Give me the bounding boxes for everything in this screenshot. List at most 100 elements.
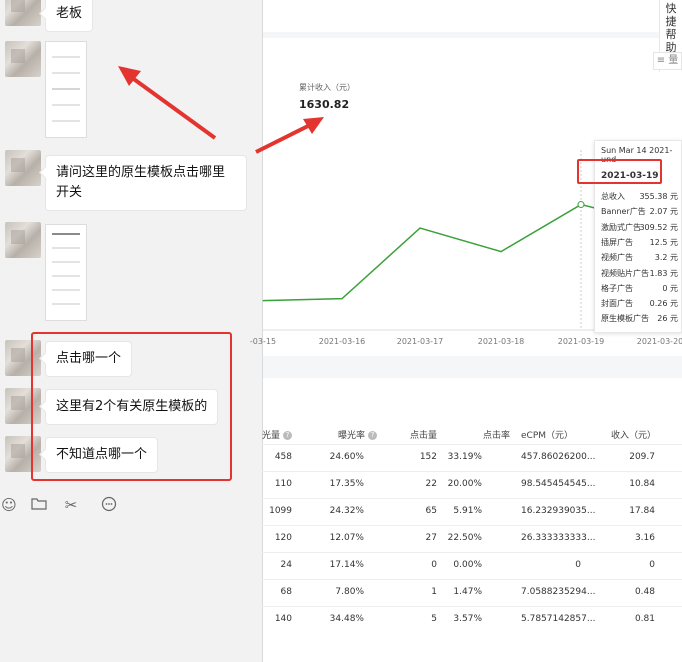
table-cell: 65 (425, 506, 437, 516)
screenshot: 老板 请问这里的原生模板点击哪里开关 点击哪一个 这里有2个有关原生模板的 不知… (0, 0, 682, 662)
table-cell: 33.19% (447, 452, 482, 462)
tooltip-row-value: 0.26 元 (649, 299, 678, 309)
image-message[interactable] (45, 41, 87, 138)
column-header[interactable]: 光量? (262, 428, 293, 441)
help-icon: ? (368, 431, 378, 440)
tooltip-row-value: 2.07 元 (649, 207, 678, 217)
tooltip-row-value: 1.83 元 (649, 268, 678, 278)
metric-label: 累计收入（元） (299, 83, 355, 92)
table-cell: 34.48% (329, 614, 364, 624)
row-divider (262, 552, 682, 553)
table-cell: 458 (274, 452, 292, 462)
tooltip-row-value: 12.5 元 (649, 237, 678, 247)
chat-toolbar: ☺ ✂ (0, 496, 262, 518)
table-cell: 98.545454545... (521, 479, 596, 489)
tooltip-row: Banner广告 2.07 元 (601, 206, 678, 221)
avatar[interactable] (5, 41, 41, 77)
avatar[interactable] (5, 0, 41, 26)
table-cell: 1 (431, 587, 437, 597)
tooltip-row-label: 插屏广告 (601, 237, 633, 247)
row-divider (262, 525, 682, 526)
row-divider (262, 471, 682, 472)
table-cell: 12.07% (329, 533, 364, 543)
table-cell: 152 (419, 452, 437, 462)
message-bubble[interactable]: 老板 (45, 0, 94, 32)
table-cell: 3.16 (634, 533, 655, 543)
table-cell: 10.84 (629, 479, 655, 489)
tooltip-row-value: 309.52 元 (639, 222, 678, 232)
table-cell: 209.7 (629, 452, 655, 462)
table-cell: 0 (431, 560, 437, 570)
table-cell: 120 (274, 533, 292, 543)
table-cell: 0.48 (634, 587, 655, 597)
chat-icon[interactable] (100, 496, 118, 514)
table-cell: 22.50% (447, 533, 482, 543)
table-cell: 3.57% (453, 614, 482, 624)
message-bubble[interactable]: 请问这里的原生模板点击哪里开关 (45, 155, 247, 211)
table-cell: 7.0588235294... (521, 587, 596, 597)
tooltip-row: 激励式广告 309.52 元 (601, 222, 678, 237)
table-cell: 24.32% (329, 506, 364, 516)
help-menu-icon[interactable]: ≡ 量 (653, 52, 682, 70)
table-cell: 22 (425, 479, 437, 489)
help-icon: ? (283, 431, 293, 440)
scissors-icon[interactable]: ✂ (62, 496, 80, 514)
emoji-icon[interactable]: ☺ (0, 496, 18, 514)
table-cell: 68 (280, 587, 292, 597)
tooltip-row: 视频广告 3.2 元 (601, 252, 678, 267)
chat-panel: 老板 请问这里的原生模板点击哪里开关 点击哪一个 这里有2个有关原生模板的 不知… (0, 0, 262, 662)
table-cell: 20.00% (447, 479, 482, 489)
table-cell: 24.60% (329, 452, 364, 462)
tooltip-row-value: 355.38 元 (639, 192, 678, 201)
top-bar (263, 0, 663, 32)
table-cell: 5.91% (453, 506, 482, 516)
tooltip-row-label: 视频广告 (601, 253, 633, 263)
annotation-box (577, 159, 662, 184)
tooltip-row: 格子广告 0 元 (601, 283, 678, 298)
avatar[interactable] (5, 222, 41, 258)
column-header[interactable]: 曝光率? (338, 428, 378, 441)
table-cell: 7.80% (335, 587, 364, 597)
tooltip-row-label: Banner广告 (601, 207, 646, 217)
tooltip-row: 总收入 355.38 元 (601, 191, 678, 206)
tooltip-row-value: 3.2 元 (654, 253, 678, 263)
table-cell: 0.81 (634, 614, 655, 624)
row-divider (262, 579, 682, 580)
table-cell: 26.333333333... (521, 533, 596, 543)
column-header[interactable]: eCPM（元） (521, 428, 573, 441)
tooltip-row: 插屏广告 12.5 元 (601, 237, 678, 252)
column-header[interactable]: 点击率 (483, 428, 510, 441)
tooltip-row: 原生模板广告 26 元 (601, 313, 678, 328)
avatar[interactable] (5, 150, 41, 186)
row-divider (262, 444, 682, 445)
metric-value: 1630.82 (299, 98, 350, 111)
table-cell: 140 (274, 614, 292, 624)
table-cell: 5.7857142857... (521, 614, 596, 624)
table-cell: 17.35% (329, 479, 364, 489)
quick-help-label: 快捷帮助 (665, 2, 677, 54)
table-cell: 0.00% (453, 560, 482, 570)
tooltip-row: 封面广告 0.26 元 (601, 298, 678, 313)
table-cell: 0 (649, 560, 655, 570)
table-cell: 0 (575, 560, 581, 570)
table-cell: 110 (274, 479, 292, 489)
table-cell: 457.86026200... (521, 452, 596, 462)
table-cell: 1.47% (453, 587, 482, 597)
table-cell: 1099 (269, 506, 292, 516)
tooltip-row-label: 格子广告 (601, 283, 633, 293)
column-header[interactable]: 收入（元） (611, 428, 656, 441)
table-cell: 17.14% (329, 560, 364, 570)
table-cell: 27 (425, 533, 437, 543)
image-message[interactable] (45, 224, 87, 321)
row-divider (262, 606, 682, 607)
table-cell: 17.84 (629, 506, 655, 516)
column-header[interactable]: 点击量 (410, 428, 437, 441)
tooltip-row-label: 激励式广告 (601, 222, 641, 232)
tooltip-row-value: 26 元 (657, 314, 678, 324)
folder-icon[interactable] (30, 496, 48, 514)
tooltip-row-label: 总收入 (601, 192, 625, 201)
tooltip-row-label: 封面广告 (601, 299, 633, 309)
table-cell: 24 (280, 560, 292, 570)
row-divider (262, 498, 682, 499)
table-cell: 16.232939035... (521, 506, 596, 516)
